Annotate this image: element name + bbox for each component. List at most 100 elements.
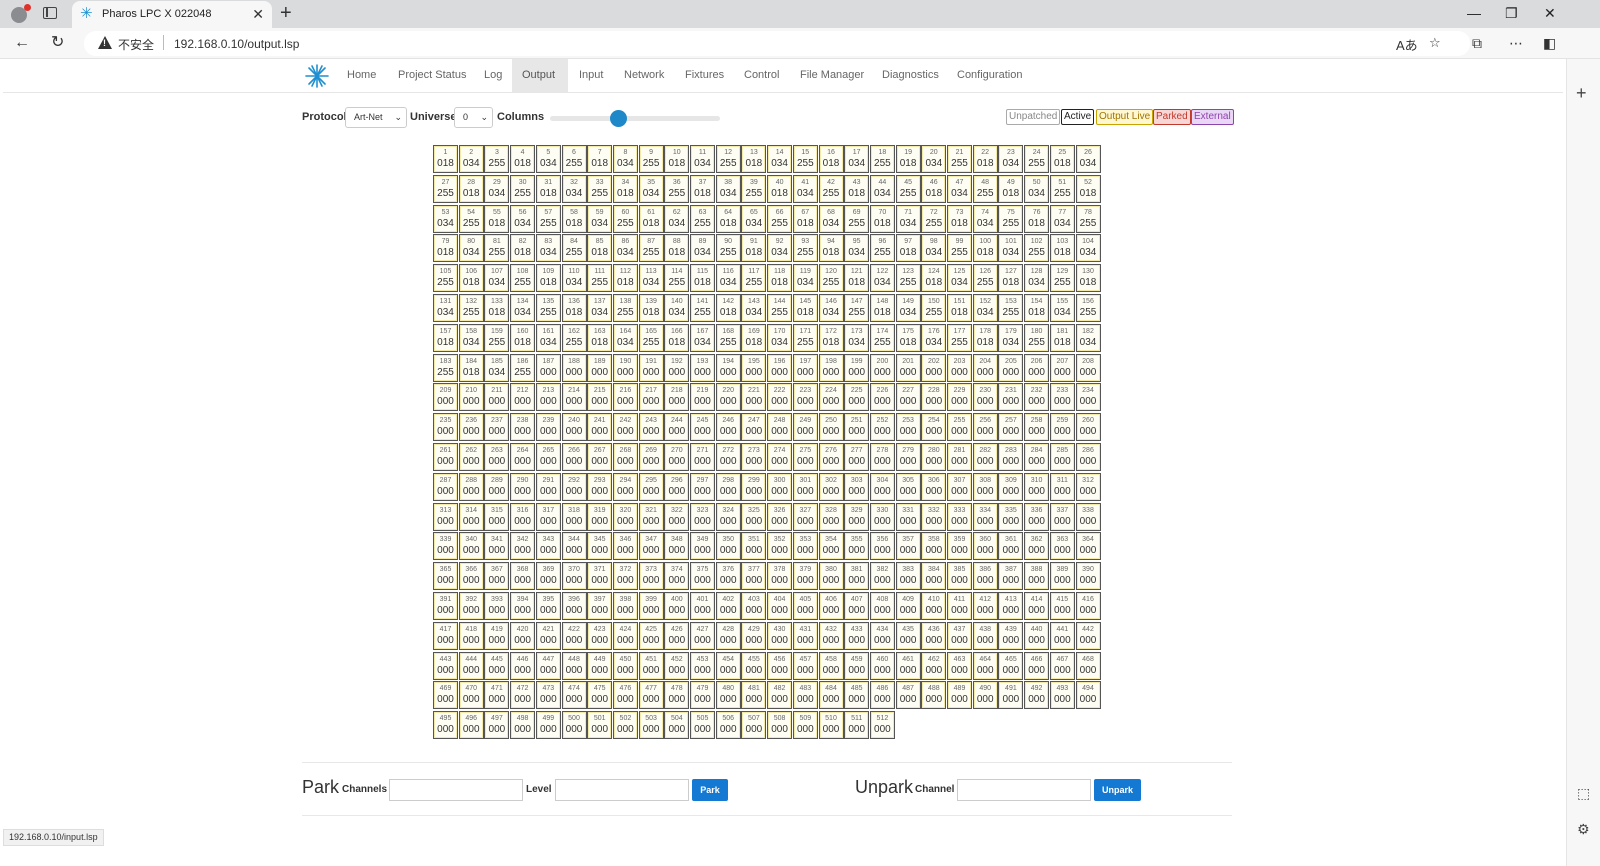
channel-cell[interactable]: 44 034 [869, 174, 895, 203]
channel-cell[interactable]: 404 000 [767, 592, 793, 620]
channel-cell[interactable]: 192 000 [664, 353, 690, 382]
channel-cell[interactable]: 254 000 [921, 413, 947, 442]
channel-cell[interactable]: 36 255 [664, 174, 690, 203]
channel-cell[interactable]: 236 000 [458, 413, 484, 442]
channel-cell[interactable]: 8 034 [612, 145, 638, 173]
channel-cell[interactable]: 3 255 [484, 145, 510, 173]
channel-cell[interactable]: 148 018 [869, 294, 895, 322]
channel-cell[interactable]: 144 255 [767, 294, 793, 322]
channel-cell[interactable]: 376 000 [715, 562, 741, 591]
workspaces-icon[interactable] [43, 7, 57, 19]
channel-cell[interactable]: 180 255 [1024, 323, 1050, 352]
channel-cell[interactable]: 296 000 [664, 472, 690, 501]
channel-cell[interactable]: 159 255 [484, 323, 510, 352]
channel-cell[interactable]: 105 255 [433, 264, 458, 293]
channel-cell[interactable]: 436 000 [921, 621, 947, 650]
channel-cell[interactable]: 364 000 [1075, 532, 1101, 561]
channel-cell[interactable]: 370 000 [561, 562, 587, 591]
channel-cell[interactable]: 91 018 [741, 234, 767, 263]
channel-cell[interactable]: 469 000 [433, 681, 458, 710]
channel-cell[interactable]: 257 000 [998, 413, 1024, 442]
channel-cell[interactable]: 101 034 [998, 234, 1024, 263]
channel-cell[interactable]: 235 000 [433, 413, 458, 442]
channel-cell[interactable]: 274 000 [767, 443, 793, 471]
new-tab-icon[interactable]: + [280, 3, 292, 23]
channel-cell[interactable]: 266 000 [561, 443, 587, 471]
channel-cell[interactable]: 512 000 [869, 711, 895, 740]
channel-cell[interactable]: 238 000 [510, 413, 536, 442]
channel-cell[interactable]: 219 000 [690, 383, 715, 412]
channel-cell[interactable]: 444 000 [458, 651, 484, 680]
channel-cell[interactable]: 383 000 [895, 562, 921, 591]
channel-cell[interactable]: 27 255 [433, 174, 458, 203]
channel-cell[interactable]: 421 000 [535, 621, 561, 650]
channel-cell[interactable]: 166 018 [664, 323, 690, 352]
nav-project-status[interactable]: Project Status [388, 59, 476, 92]
channel-cell[interactable]: 506 000 [715, 711, 741, 740]
channel-cell[interactable]: 83 034 [535, 234, 561, 263]
channel-cell[interactable]: 330 000 [869, 502, 895, 531]
channel-cell[interactable]: 488 000 [921, 681, 947, 710]
channel-cell[interactable]: 113 034 [638, 264, 664, 293]
channel-cell[interactable]: 4 018 [510, 145, 536, 173]
address-bar[interactable]: 不安全 192.168.0.10/output.lsp Aあ ☆ [84, 31, 1470, 56]
channel-cell[interactable]: 369 000 [535, 562, 561, 591]
channel-cell[interactable]: 378 000 [767, 562, 793, 591]
channel-cell[interactable]: 231 000 [998, 383, 1024, 412]
channel-cell[interactable]: 6 255 [561, 145, 587, 173]
channel-cell[interactable]: 289 000 [484, 472, 510, 501]
channel-cell[interactable]: 38 034 [715, 174, 741, 203]
channel-cell[interactable]: 201 000 [895, 353, 921, 382]
channel-cell[interactable]: 185 034 [484, 353, 510, 382]
channel-cell[interactable]: 30 255 [510, 174, 536, 203]
channel-cell[interactable]: 300 000 [767, 472, 793, 501]
columns-slider-track[interactable] [550, 116, 720, 121]
channel-cell[interactable]: 247 000 [741, 413, 767, 442]
channel-cell[interactable]: 487 000 [895, 681, 921, 710]
channel-cell[interactable]: 167 034 [690, 323, 715, 352]
channel-cell[interactable]: 363 000 [1049, 532, 1075, 561]
channel-cell[interactable]: 392 000 [458, 592, 484, 620]
channel-cell[interactable]: 418 000 [458, 621, 484, 650]
channel-cell[interactable]: 408 000 [869, 592, 895, 620]
sidebar-toggle-icon[interactable]: ◧ [1543, 34, 1556, 52]
channel-cell[interactable]: 133 018 [484, 294, 510, 322]
channel-cell[interactable]: 473 000 [535, 681, 561, 710]
channel-cell[interactable]: 356 000 [869, 532, 895, 561]
channel-cell[interactable]: 66 255 [767, 204, 793, 233]
channel-cell[interactable]: 324 000 [715, 502, 741, 531]
channel-cell[interactable]: 52 018 [1075, 174, 1101, 203]
channel-cell[interactable]: 262 000 [458, 443, 484, 471]
channel-cell[interactable]: 218 000 [664, 383, 690, 412]
channel-cell[interactable]: 68 034 [818, 204, 844, 233]
channel-cell[interactable]: 154 018 [1024, 294, 1050, 322]
channel-cell[interactable]: 501 000 [587, 711, 613, 740]
channel-cell[interactable]: 273 000 [741, 443, 767, 471]
browser-tab[interactable]: ✳ Pharos LPC X 022048 ✕ [72, 1, 272, 28]
channel-cell[interactable]: 502 000 [612, 711, 638, 740]
channel-cell[interactable]: 290 000 [510, 472, 536, 501]
channel-cell[interactable]: 194 000 [715, 353, 741, 382]
channel-cell[interactable]: 53 034 [433, 204, 458, 233]
channel-cell[interactable]: 261 000 [433, 443, 458, 471]
channel-cell[interactable]: 74 034 [972, 204, 998, 233]
channel-cell[interactable]: 117 255 [741, 264, 767, 293]
channel-cell[interactable]: 71 034 [895, 204, 921, 233]
channel-cell[interactable]: 13 018 [741, 145, 767, 173]
channel-cell[interactable]: 103 018 [1049, 234, 1075, 263]
channel-cell[interactable]: 241 000 [587, 413, 613, 442]
channel-cell[interactable]: 253 000 [895, 413, 921, 442]
channel-cell[interactable]: 335 000 [998, 502, 1024, 531]
channel-cell[interactable]: 123 255 [895, 264, 921, 293]
channel-cell[interactable]: 299 000 [741, 472, 767, 501]
channel-cell[interactable]: 151 018 [947, 294, 972, 322]
channel-cell[interactable]: 321 000 [638, 502, 664, 531]
channel-cell[interactable]: 255 000 [947, 413, 972, 442]
channel-cell[interactable]: 387 000 [998, 562, 1024, 591]
channel-cell[interactable]: 457 000 [792, 651, 818, 680]
channel-cell[interactable]: 395 000 [535, 592, 561, 620]
channel-cell[interactable]: 279 000 [895, 443, 921, 471]
channel-cell[interactable]: 116 034 [715, 264, 741, 293]
channel-cell[interactable]: 280 000 [921, 443, 947, 471]
channel-cell[interactable]: 232 000 [1024, 383, 1050, 412]
